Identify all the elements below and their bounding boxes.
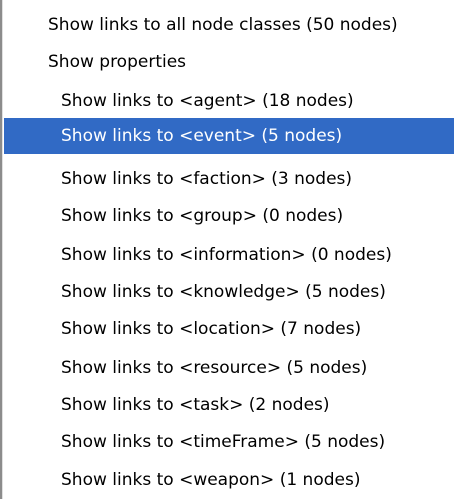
menu-left-border [0, 0, 3, 499]
menu-item-links-agent[interactable]: Show links to <agent> (18 nodes) [4, 83, 454, 119]
menu-item-links-knowledge[interactable]: Show links to <knowledge> (5 nodes) [4, 274, 454, 310]
menu-item-links-resource[interactable]: Show links to <resource> (5 nodes) [4, 350, 454, 386]
menu-item-show-properties[interactable]: Show properties [4, 44, 454, 80]
context-menu: Show links to all node classes (50 nodes… [0, 0, 454, 499]
menu-item-links-location[interactable]: Show links to <location> (7 nodes) [4, 311, 454, 347]
menu-item-links-information[interactable]: Show links to <information> (0 nodes) [4, 237, 454, 273]
menu-item-show-all-links[interactable]: Show links to all node classes (50 nodes… [4, 7, 454, 43]
menu-item-links-weapon[interactable]: Show links to <weapon> (1 nodes) [4, 462, 454, 498]
menu-item-links-task[interactable]: Show links to <task> (2 nodes) [4, 387, 454, 423]
menu-item-links-event[interactable]: Show links to <event> (5 nodes) [4, 118, 454, 154]
menu-item-links-faction[interactable]: Show links to <faction> (3 nodes) [4, 161, 454, 197]
menu-item-links-group[interactable]: Show links to <group> (0 nodes) [4, 198, 454, 234]
menu-item-links-timeframe[interactable]: Show links to <timeFrame> (5 nodes) [4, 424, 454, 460]
